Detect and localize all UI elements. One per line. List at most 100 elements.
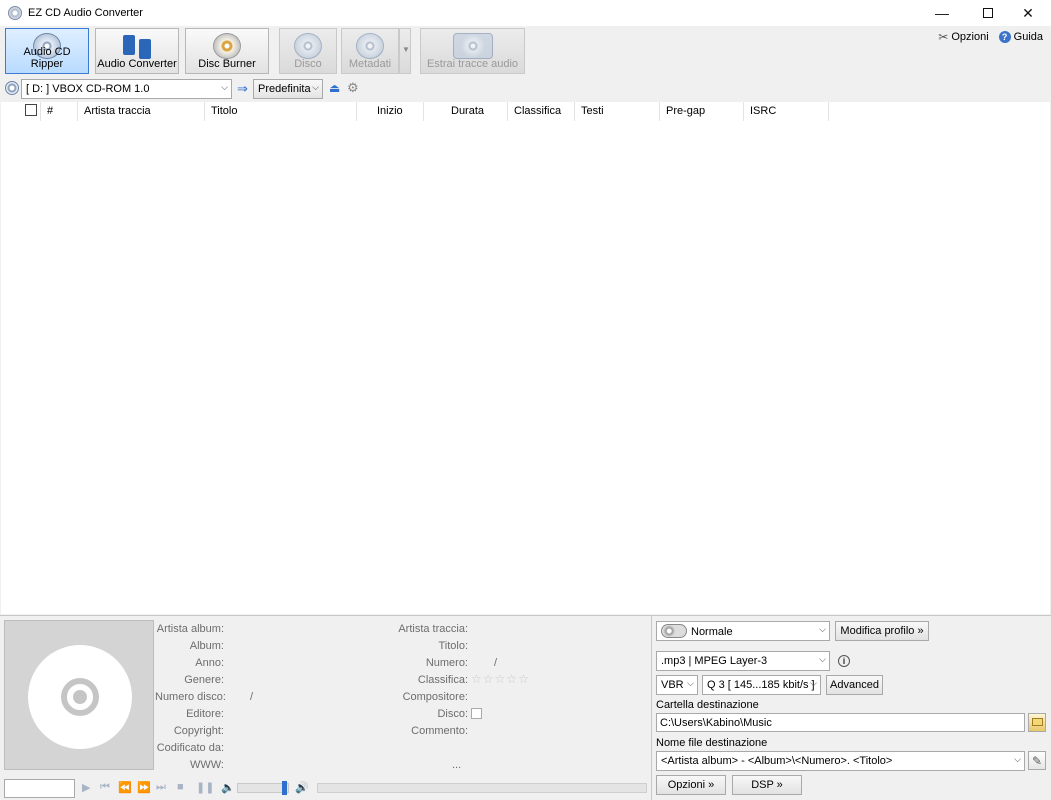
options-button[interactable]: Opzioni » — [656, 775, 726, 795]
title-bar: EZ CD Audio Converter — ✕ — [0, 0, 1051, 26]
drive-bar: [ D: ] VBOX CD-ROM 1.0 ⌵ ⇒ Predefinita ⌵… — [0, 78, 1051, 100]
disc-icon — [294, 33, 322, 59]
metadata-icon — [356, 33, 384, 59]
genre-label: Genere: — [184, 674, 224, 686]
close-button[interactable]: ✕ — [1005, 0, 1051, 26]
play-button[interactable]: ▶ — [82, 781, 90, 794]
pause-button[interactable]: ❚❚ — [196, 781, 214, 794]
ellipsis: ... — [452, 759, 462, 771]
chevron-down-icon: ⌵ — [312, 82, 319, 92]
stop-button[interactable]: ■ — [177, 781, 184, 793]
tools-icon: ✂ — [938, 30, 949, 44]
window-title: EZ CD Audio Converter — [28, 7, 143, 19]
disc-burner-icon — [213, 33, 241, 59]
column-track-artist[interactable]: Artista traccia — [78, 102, 205, 121]
column-isrc[interactable]: ISRC — [744, 102, 829, 121]
edit-icon: ✎ — [1032, 754, 1043, 768]
eject-button[interactable]: ⏏ — [329, 81, 340, 95]
forward-button[interactable]: ⏩ — [137, 781, 151, 794]
column-lyrics[interactable]: Testi — [575, 102, 660, 121]
close-icon: ✕ — [1022, 4, 1034, 21]
composer-label: Compositore: — [402, 691, 468, 703]
edit-profile-button[interactable]: Modifica profilo » — [835, 621, 929, 641]
select-all-checkbox[interactable] — [19, 102, 41, 121]
comment-label: Commento: — [411, 725, 468, 737]
encoded-by-label: Codificato da: — [156, 742, 224, 754]
drive-icon — [5, 81, 19, 95]
help-icon: ? — [998, 31, 1011, 43]
advanced-button[interactable]: Advanced — [826, 675, 883, 695]
format-select[interactable]: .mp3 | MPEG Layer-3 ⌵ — [656, 651, 830, 671]
stop-icon: ■ — [177, 781, 184, 793]
last-track-button[interactable]: ⏭ — [156, 781, 166, 794]
disc-burner-button[interactable]: Disc Burner — [185, 28, 269, 74]
track-list[interactable]: # Artista traccia Titolo Inizio Durata C… — [1, 102, 1050, 614]
disc-checkbox[interactable] — [471, 708, 482, 719]
quality-select[interactable]: Q 3 [ 145...185 kbit/s ] ⌵ — [702, 675, 821, 695]
profile-select[interactable]: Predefinita ⌵ — [253, 79, 323, 99]
audio-cd-ripper-button[interactable]: Audio CD Ripper — [5, 28, 89, 74]
album-artist-label: Artista album: — [156, 623, 224, 635]
dsp-button[interactable]: DSP » — [732, 775, 802, 795]
metadata-dropdown-button[interactable]: ▼ — [399, 28, 411, 74]
player-controls: ▶ ⏮ ⏪ ⏩ ⏭ ■ ❚❚ 🔈 🔊 — [4, 779, 649, 799]
year-label: Anno: — [195, 657, 224, 669]
edit-filename-button[interactable]: ✎ — [1028, 751, 1046, 770]
gear-icon: ⚙ — [347, 80, 359, 95]
rewind-button[interactable]: ⏪ — [118, 781, 132, 794]
track-number-separator: / — [494, 657, 498, 669]
publisher-label: Editore: — [186, 708, 224, 720]
cd-placeholder-icon — [28, 645, 132, 749]
seek-bar[interactable] — [317, 783, 647, 793]
destination-folder-label: Cartella destinazione — [656, 699, 759, 711]
destination-folder-input[interactable]: C:\Users\Kabino\Music — [656, 713, 1025, 732]
column-duration[interactable]: Durata — [424, 102, 508, 121]
column-start[interactable]: Inizio — [357, 102, 424, 121]
drive-select[interactable]: [ D: ] VBOX CD-ROM 1.0 ⌵ — [21, 79, 232, 99]
top-links: ✂ Opzioni ? Guida — [938, 30, 1043, 44]
encoder-panel: Normale ⌵ Modifica profilo » .mp3 | MPEG… — [651, 616, 1051, 800]
eject-icon: ⏏ — [329, 81, 341, 95]
bitrate-mode-select[interactable]: VBR ⌵ — [656, 675, 698, 695]
info-icon[interactable]: i — [838, 655, 850, 667]
chevron-down-icon: ⌵ — [819, 654, 826, 664]
volume-knob[interactable] — [282, 781, 287, 795]
help-link[interactable]: ? Guida — [998, 30, 1043, 44]
browse-folder-button[interactable] — [1028, 713, 1046, 732]
first-track-button[interactable]: ⏮ — [100, 781, 110, 794]
column-title[interactable]: Titolo — [205, 102, 357, 121]
folder-icon — [1032, 718, 1043, 726]
rating-label: Classifica: — [417, 674, 468, 686]
drive-settings-button[interactable]: ⚙ — [347, 80, 359, 96]
extract-tracks-button[interactable]: Estrai tracce audio — [420, 28, 525, 74]
column-pregap[interactable]: Pre-gap — [660, 102, 744, 121]
play-icon: ▶ — [82, 782, 91, 794]
disc-button[interactable]: Disco — [279, 28, 337, 74]
column-rating[interactable]: Classifica — [508, 102, 575, 121]
disc-number-separator: / — [250, 691, 254, 703]
minimize-icon: — — [935, 5, 949, 21]
audio-converter-icon — [123, 33, 151, 59]
track-list-header: # Artista traccia Titolo Inizio Durata C… — [1, 102, 1050, 121]
column-number[interactable]: # — [41, 102, 78, 121]
title-label: Titolo: — [438, 640, 468, 652]
rating-stars[interactable]: ☆☆☆☆☆ — [471, 672, 530, 686]
minimize-button[interactable]: — — [919, 0, 965, 26]
audio-converter-button[interactable]: Audio Converter — [95, 28, 179, 74]
disc-number-label: Numero disco: — [155, 691, 226, 703]
time-field[interactable] — [4, 779, 75, 798]
disc-label: Disco: — [437, 708, 468, 720]
destination-filename-select[interactable]: <Artista album> - <Album>\<Numero>. <Tit… — [656, 751, 1025, 771]
options-link[interactable]: ✂ Opzioni — [938, 30, 988, 44]
track-number-label: Numero: — [425, 657, 468, 669]
metadata-button[interactable]: Metadati — [341, 28, 399, 74]
www-label: WWW: — [189, 759, 224, 771]
extract-tracks-icon — [452, 33, 493, 59]
skip-last-icon: ⏭ — [156, 781, 166, 793]
volume-high-icon: 🔊 — [295, 782, 309, 794]
main-toolbar: Audio CD Ripper Audio Converter Disc Bur… — [0, 26, 1051, 76]
encoder-profile-select[interactable]: Normale ⌵ — [656, 621, 830, 641]
volume-low-icon: 🔈 — [221, 782, 235, 794]
album-cover[interactable] — [4, 620, 154, 770]
copyright-label: Copyright: — [173, 725, 224, 737]
